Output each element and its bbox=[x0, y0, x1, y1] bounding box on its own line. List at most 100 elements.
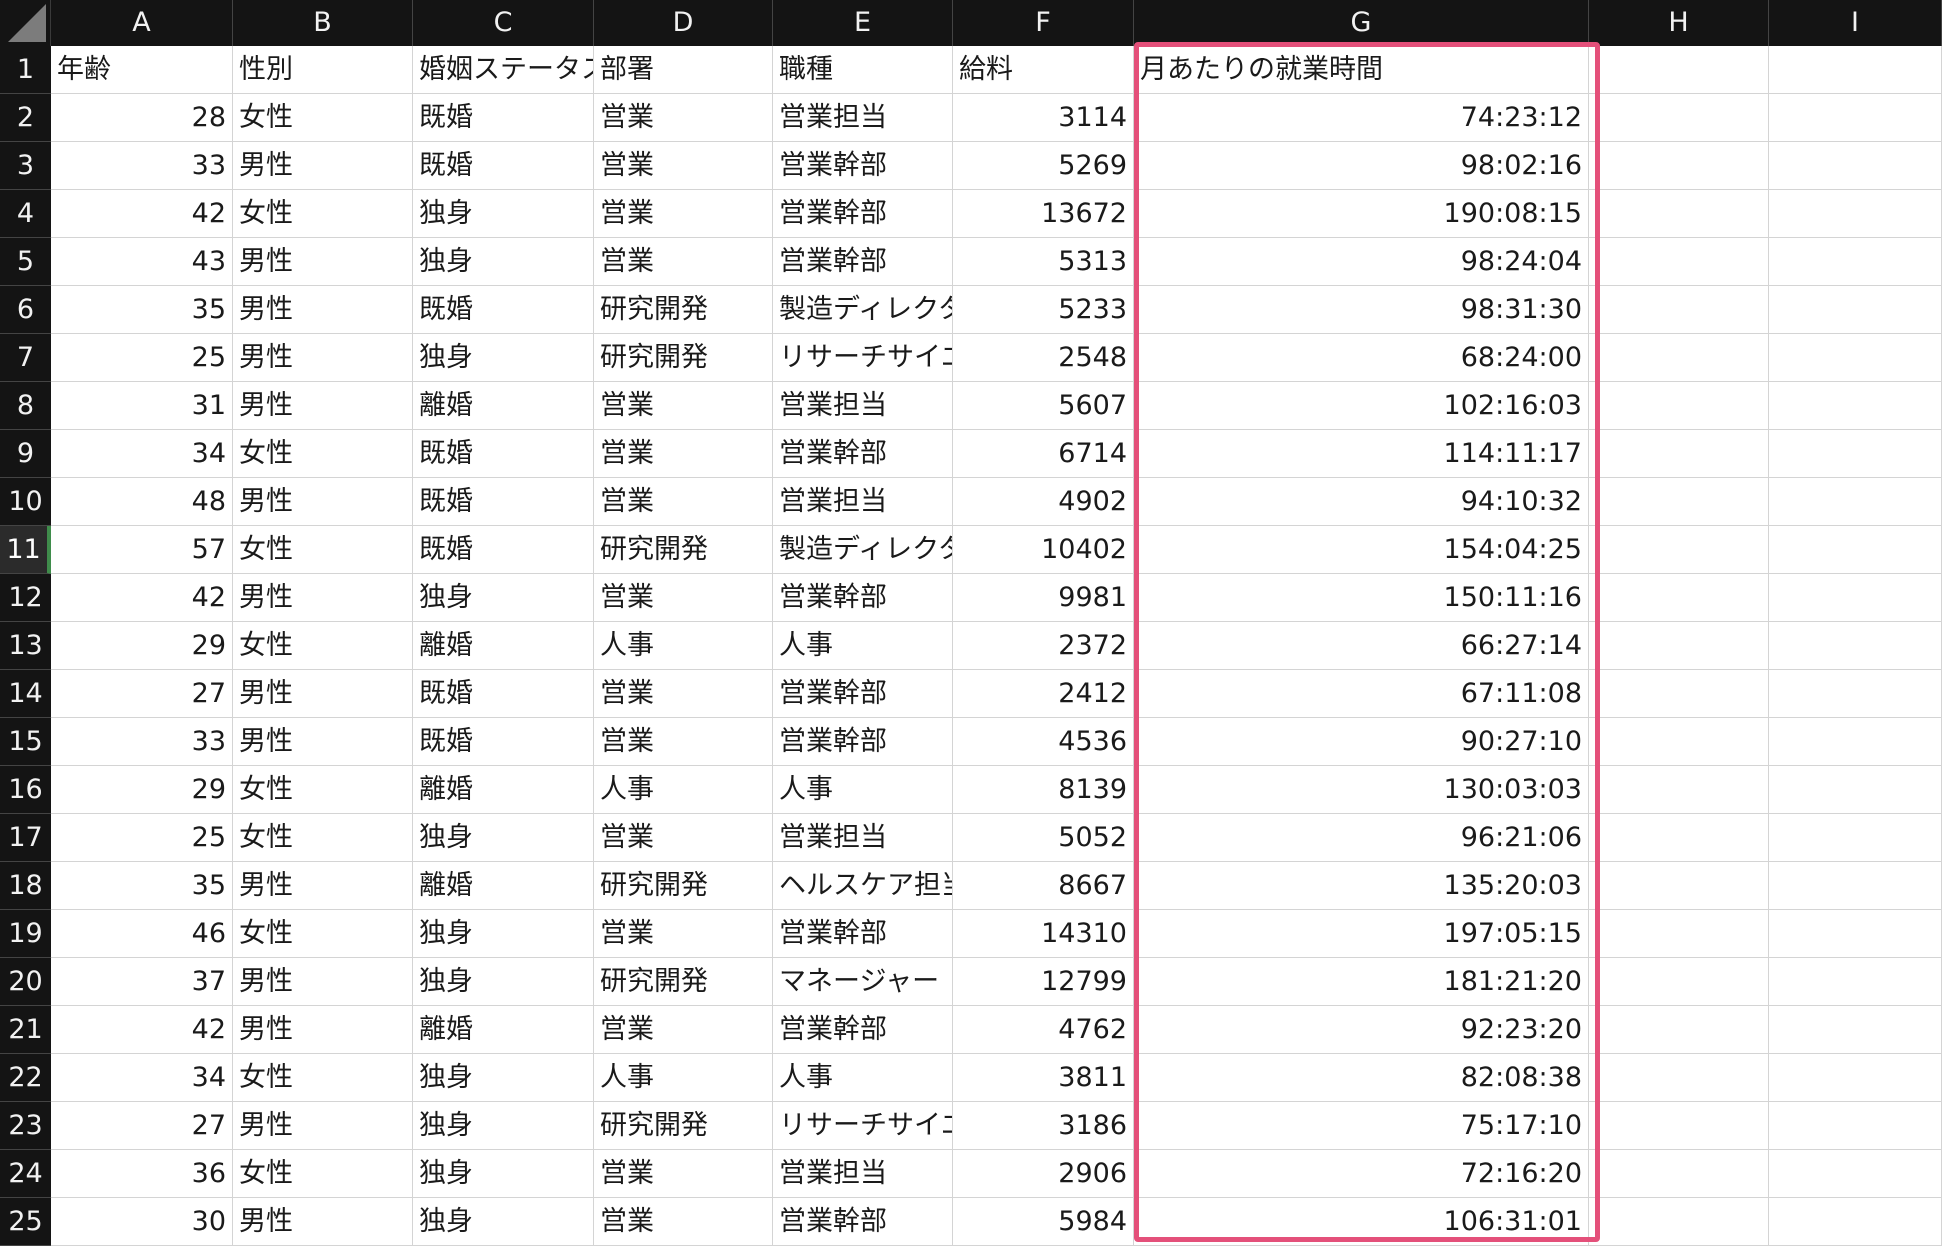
cell-i25[interactable] bbox=[1769, 1198, 1942, 1246]
cell-d20[interactable]: 研究開発 bbox=[594, 958, 773, 1006]
row-header-10[interactable]: 10 bbox=[0, 478, 51, 526]
cell-h12[interactable] bbox=[1589, 574, 1769, 622]
cell-e10[interactable]: 営業担当 bbox=[773, 478, 953, 526]
cell-h19[interactable] bbox=[1589, 910, 1769, 958]
cell-e9[interactable]: 営業幹部 bbox=[773, 430, 953, 478]
cell-d12[interactable]: 営業 bbox=[594, 574, 773, 622]
cell-e21[interactable]: 営業幹部 bbox=[773, 1006, 953, 1054]
cell-b20[interactable]: 男性 bbox=[233, 958, 413, 1006]
cell-b22[interactable]: 女性 bbox=[233, 1054, 413, 1102]
row-header-12[interactable]: 12 bbox=[0, 574, 51, 622]
cell-g14[interactable]: 67:11:08 bbox=[1134, 670, 1589, 718]
cell-c12[interactable]: 独身 bbox=[413, 574, 594, 622]
cell-i11[interactable] bbox=[1769, 526, 1942, 574]
cell-f20[interactable]: 12799 bbox=[953, 958, 1134, 1006]
cell-e20[interactable]: マネージャー bbox=[773, 958, 953, 1006]
header-cell-b1[interactable]: 性別 bbox=[233, 46, 413, 94]
cell-c10[interactable]: 既婚 bbox=[413, 478, 594, 526]
cell-b2[interactable]: 女性 bbox=[233, 94, 413, 142]
cell-f22[interactable]: 3811 bbox=[953, 1054, 1134, 1102]
row-header-4[interactable]: 4 bbox=[0, 190, 51, 238]
cell-h13[interactable] bbox=[1589, 622, 1769, 670]
cell-g13[interactable]: 66:27:14 bbox=[1134, 622, 1589, 670]
cell-a3[interactable]: 33 bbox=[51, 142, 233, 190]
cell-a12[interactable]: 42 bbox=[51, 574, 233, 622]
cell-f12[interactable]: 9981 bbox=[953, 574, 1134, 622]
cell-c7[interactable]: 独身 bbox=[413, 334, 594, 382]
row-header-23[interactable]: 23 bbox=[0, 1102, 51, 1150]
row-header-15[interactable]: 15 bbox=[0, 718, 51, 766]
row-header-24[interactable]: 24 bbox=[0, 1150, 51, 1198]
cell-a7[interactable]: 25 bbox=[51, 334, 233, 382]
cell-i19[interactable] bbox=[1769, 910, 1942, 958]
cell-i2[interactable] bbox=[1769, 94, 1942, 142]
cell-c16[interactable]: 離婚 bbox=[413, 766, 594, 814]
cell-e8[interactable]: 営業担当 bbox=[773, 382, 953, 430]
column-header-f[interactable]: F bbox=[953, 0, 1134, 46]
cell-f8[interactable]: 5607 bbox=[953, 382, 1134, 430]
header-cell-c1[interactable]: 婚姻ステータス bbox=[413, 46, 594, 94]
cell-g16[interactable]: 130:03:03 bbox=[1134, 766, 1589, 814]
cell-c17[interactable]: 独身 bbox=[413, 814, 594, 862]
cell-a23[interactable]: 27 bbox=[51, 1102, 233, 1150]
cell-g18[interactable]: 135:20:03 bbox=[1134, 862, 1589, 910]
row-header-7[interactable]: 7 bbox=[0, 334, 51, 382]
cell-e24[interactable]: 営業担当 bbox=[773, 1150, 953, 1198]
cell-b6[interactable]: 男性 bbox=[233, 286, 413, 334]
row-header-21[interactable]: 21 bbox=[0, 1006, 51, 1054]
cell-d5[interactable]: 営業 bbox=[594, 238, 773, 286]
cell-e5[interactable]: 営業幹部 bbox=[773, 238, 953, 286]
cell-i18[interactable] bbox=[1769, 862, 1942, 910]
cell-h23[interactable] bbox=[1589, 1102, 1769, 1150]
row-header-6[interactable]: 6 bbox=[0, 286, 51, 334]
header-cell-f1[interactable]: 給料 bbox=[953, 46, 1134, 94]
row-header-20[interactable]: 20 bbox=[0, 958, 51, 1006]
cell-c8[interactable]: 離婚 bbox=[413, 382, 594, 430]
cell-c9[interactable]: 既婚 bbox=[413, 430, 594, 478]
cell-f3[interactable]: 5269 bbox=[953, 142, 1134, 190]
cell-a6[interactable]: 35 bbox=[51, 286, 233, 334]
cell-i10[interactable] bbox=[1769, 478, 1942, 526]
cell-b13[interactable]: 女性 bbox=[233, 622, 413, 670]
cell-h8[interactable] bbox=[1589, 382, 1769, 430]
column-header-e[interactable]: E bbox=[773, 0, 953, 46]
cell-d9[interactable]: 営業 bbox=[594, 430, 773, 478]
cell-i13[interactable] bbox=[1769, 622, 1942, 670]
cell-b15[interactable]: 男性 bbox=[233, 718, 413, 766]
cell-d10[interactable]: 営業 bbox=[594, 478, 773, 526]
cell-h15[interactable] bbox=[1589, 718, 1769, 766]
cell-g25[interactable]: 106:31:01 bbox=[1134, 1198, 1589, 1246]
cell-d23[interactable]: 研究開発 bbox=[594, 1102, 773, 1150]
cell-g3[interactable]: 98:02:16 bbox=[1134, 142, 1589, 190]
row-header-11[interactable]: 11 bbox=[0, 526, 51, 574]
cell-b12[interactable]: 男性 bbox=[233, 574, 413, 622]
cell-h24[interactable] bbox=[1589, 1150, 1769, 1198]
cell-g4[interactable]: 190:08:15 bbox=[1134, 190, 1589, 238]
cell-f11[interactable]: 10402 bbox=[953, 526, 1134, 574]
cell-h25[interactable] bbox=[1589, 1198, 1769, 1246]
cell-c11[interactable]: 既婚 bbox=[413, 526, 594, 574]
cell-i15[interactable] bbox=[1769, 718, 1942, 766]
cell-h11[interactable] bbox=[1589, 526, 1769, 574]
cell-b24[interactable]: 女性 bbox=[233, 1150, 413, 1198]
row-header-25[interactable]: 25 bbox=[0, 1198, 51, 1246]
header-cell-e1[interactable]: 職種 bbox=[773, 46, 953, 94]
cell-b7[interactable]: 男性 bbox=[233, 334, 413, 382]
cell-e13[interactable]: 人事 bbox=[773, 622, 953, 670]
header-cell-i1[interactable] bbox=[1769, 46, 1942, 94]
cell-g6[interactable]: 98:31:30 bbox=[1134, 286, 1589, 334]
cell-b4[interactable]: 女性 bbox=[233, 190, 413, 238]
cell-e11[interactable]: 製造ディレクター bbox=[773, 526, 953, 574]
cell-b8[interactable]: 男性 bbox=[233, 382, 413, 430]
cell-g10[interactable]: 94:10:32 bbox=[1134, 478, 1589, 526]
column-header-b[interactable]: B bbox=[233, 0, 413, 46]
cell-a24[interactable]: 36 bbox=[51, 1150, 233, 1198]
cell-e2[interactable]: 営業担当 bbox=[773, 94, 953, 142]
cell-h5[interactable] bbox=[1589, 238, 1769, 286]
cell-c24[interactable]: 独身 bbox=[413, 1150, 594, 1198]
cell-g20[interactable]: 181:21:20 bbox=[1134, 958, 1589, 1006]
cell-d16[interactable]: 人事 bbox=[594, 766, 773, 814]
cell-g7[interactable]: 68:24:00 bbox=[1134, 334, 1589, 382]
row-header-3[interactable]: 3 bbox=[0, 142, 51, 190]
cell-d6[interactable]: 研究開発 bbox=[594, 286, 773, 334]
